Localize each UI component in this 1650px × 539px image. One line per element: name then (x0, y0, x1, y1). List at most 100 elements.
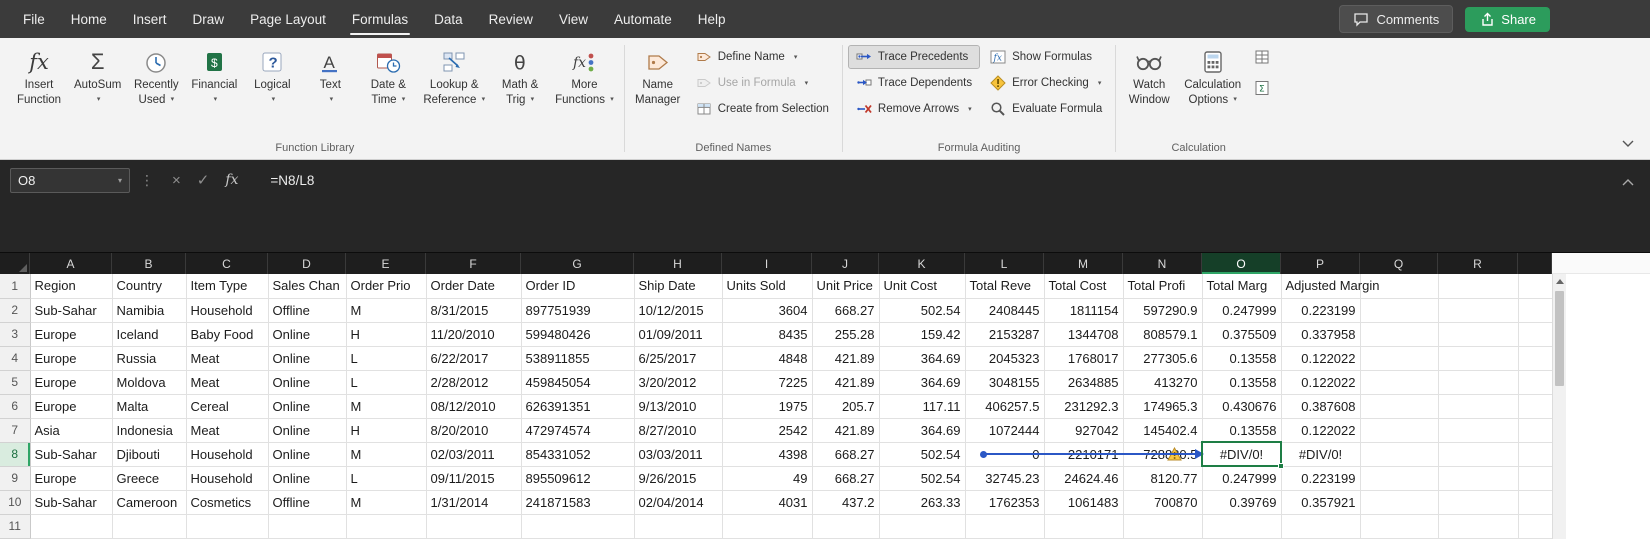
cell-m4[interactable]: 1768017 (1044, 346, 1124, 371)
cell-d11[interactable] (268, 514, 347, 539)
cell-j2[interactable]: 668.27 (812, 298, 880, 323)
cell-a9[interactable]: Europe (30, 466, 113, 491)
name-box[interactable]: O8 ▾ (10, 167, 130, 193)
cell-a2[interactable]: Sub-Sahar (30, 298, 113, 323)
comments-button[interactable]: Comments (1339, 5, 1454, 33)
cell-c6[interactable]: Cereal (186, 394, 269, 419)
cell-a3[interactable]: Europe (30, 322, 113, 347)
cell-g3[interactable]: 599480426 (521, 322, 635, 347)
cell-j3[interactable]: 255.28 (812, 322, 880, 347)
error-checking-button[interactable]: Error Checking ▾ (983, 72, 1109, 94)
cell-g5[interactable]: 459845054 (521, 370, 635, 395)
column-header-h[interactable]: H (634, 253, 722, 274)
cell-n5[interactable]: 413270 (1123, 370, 1203, 395)
cell-n2[interactable]: 597290.9 (1123, 298, 1203, 323)
cell-b10[interactable]: Cameroon (112, 490, 187, 515)
cell-j7[interactable]: 421.89 (812, 418, 880, 443)
cell-c8[interactable]: Household (186, 442, 269, 467)
cell-k4[interactable]: 364.69 (879, 346, 966, 371)
cell-g8[interactable]: 854331052 (521, 442, 635, 467)
cell-i2[interactable]: 3604 (722, 298, 813, 323)
cell-o7[interactable]: 0.13558 (1202, 418, 1282, 443)
cell-k11[interactable] (879, 514, 966, 539)
cell-d5[interactable]: Online (268, 370, 347, 395)
cell-r2[interactable] (1438, 298, 1519, 323)
cell-g1[interactable]: Order ID (521, 274, 635, 299)
column-header-i[interactable]: I (722, 253, 812, 274)
menu-item-view[interactable]: View (546, 0, 601, 38)
logical-button[interactable]: ? Logical ▾ (243, 41, 301, 142)
cell-r11[interactable] (1438, 514, 1519, 539)
cell-g6[interactable]: 626391351 (521, 394, 635, 419)
cell-n11[interactable] (1123, 514, 1203, 539)
cell-i10[interactable]: 4031 (722, 490, 813, 515)
cell-h4[interactable]: 6/25/2017 (634, 346, 723, 371)
cell-b5[interactable]: Moldova (112, 370, 187, 395)
cell-f11[interactable] (426, 514, 522, 539)
cell-d10[interactable]: Offline (268, 490, 347, 515)
cell-b8[interactable]: Djibouti (112, 442, 187, 467)
cell-r5[interactable] (1438, 370, 1519, 395)
cell-n9[interactable]: 8120.77 (1123, 466, 1203, 491)
cell-p2[interactable]: 0.223199 (1281, 298, 1361, 323)
cell-c9[interactable]: Household (186, 466, 269, 491)
cell-a5[interactable]: Europe (30, 370, 113, 395)
cell-h3[interactable]: 01/09/2011 (634, 322, 723, 347)
cell-p9[interactable]: 0.223199 (1281, 466, 1361, 491)
cell-k6[interactable]: 117.11 (879, 394, 966, 419)
cell-q2[interactable] (1360, 298, 1439, 323)
cell-n7[interactable]: 145402.4 (1123, 418, 1203, 443)
cell-d8[interactable]: Online (268, 442, 347, 467)
cell-n10[interactable]: 700870 (1123, 490, 1203, 515)
cell-l10[interactable]: 1762353 (965, 490, 1045, 515)
cell-b4[interactable]: Russia (112, 346, 187, 371)
cell-d4[interactable]: Online (268, 346, 347, 371)
show-formulas-button[interactable]: fx Show Formulas (983, 46, 1109, 68)
trace-dependents-button[interactable]: Trace Dependents (849, 72, 979, 94)
row-header-10[interactable]: 10 (0, 490, 31, 515)
cell-i6[interactable]: 1975 (722, 394, 813, 419)
insert-function-button[interactable]: fx Insert Function (10, 41, 68, 142)
cell-o5[interactable]: 0.13558 (1202, 370, 1282, 395)
cell-j11[interactable] (812, 514, 880, 539)
cell-c3[interactable]: Baby Food (186, 322, 269, 347)
scroll-up-icon[interactable] (1553, 274, 1566, 289)
cell-b9[interactable]: Greece (112, 466, 187, 491)
math-trig-button[interactable]: θ Math & Trig ▾ (491, 41, 549, 142)
cell-a8[interactable]: Sub-Sahar (30, 442, 113, 467)
vertical-scrollbar[interactable] (1552, 274, 1566, 539)
cell-j5[interactable]: 421.89 (812, 370, 880, 395)
cell-c11[interactable] (186, 514, 269, 539)
cell-g11[interactable] (521, 514, 635, 539)
cell-l3[interactable]: 2153287 (965, 322, 1045, 347)
cell-m10[interactable]: 1061483 (1044, 490, 1124, 515)
cell-m9[interactable]: 24624.46 (1044, 466, 1124, 491)
cell-k1[interactable]: Unit Cost (879, 274, 966, 299)
cell-o1[interactable]: Total Marg (1202, 274, 1282, 299)
cell-q3[interactable] (1360, 322, 1439, 347)
column-header-f[interactable]: F (426, 253, 521, 274)
cell-c2[interactable]: Household (186, 298, 269, 323)
cell-g4[interactable]: 538911855 (521, 346, 635, 371)
cell-o10[interactable]: 0.39769 (1202, 490, 1282, 515)
lookup-reference-button[interactable]: Lookup & Reference ▾ (417, 41, 491, 142)
column-header-j[interactable]: J (812, 253, 879, 274)
cell-q6[interactable] (1360, 394, 1439, 419)
cell-f3[interactable]: 11/20/2010 (426, 322, 522, 347)
column-header-b[interactable]: B (112, 253, 186, 274)
cell-a11[interactable] (30, 514, 113, 539)
cell-r8[interactable] (1438, 442, 1519, 467)
cell-q9[interactable] (1360, 466, 1439, 491)
cell-h5[interactable]: 3/20/2012 (634, 370, 723, 395)
row-header-8[interactable]: 8 (0, 442, 31, 467)
cell-j4[interactable]: 421.89 (812, 346, 880, 371)
cell-d2[interactable]: Offline (268, 298, 347, 323)
cell-f7[interactable]: 8/20/2010 (426, 418, 522, 443)
cell-o9[interactable]: 0.247999 (1202, 466, 1282, 491)
column-header-n[interactable]: N (1123, 253, 1202, 274)
text-button[interactable]: A Text ▾ (301, 41, 359, 142)
more-functions-button[interactable]: fx More Functions ▾ (549, 41, 620, 142)
menu-item-review[interactable]: Review (476, 0, 546, 38)
cell-k5[interactable]: 364.69 (879, 370, 966, 395)
cell-f8[interactable]: 02/03/2011 (426, 442, 522, 467)
